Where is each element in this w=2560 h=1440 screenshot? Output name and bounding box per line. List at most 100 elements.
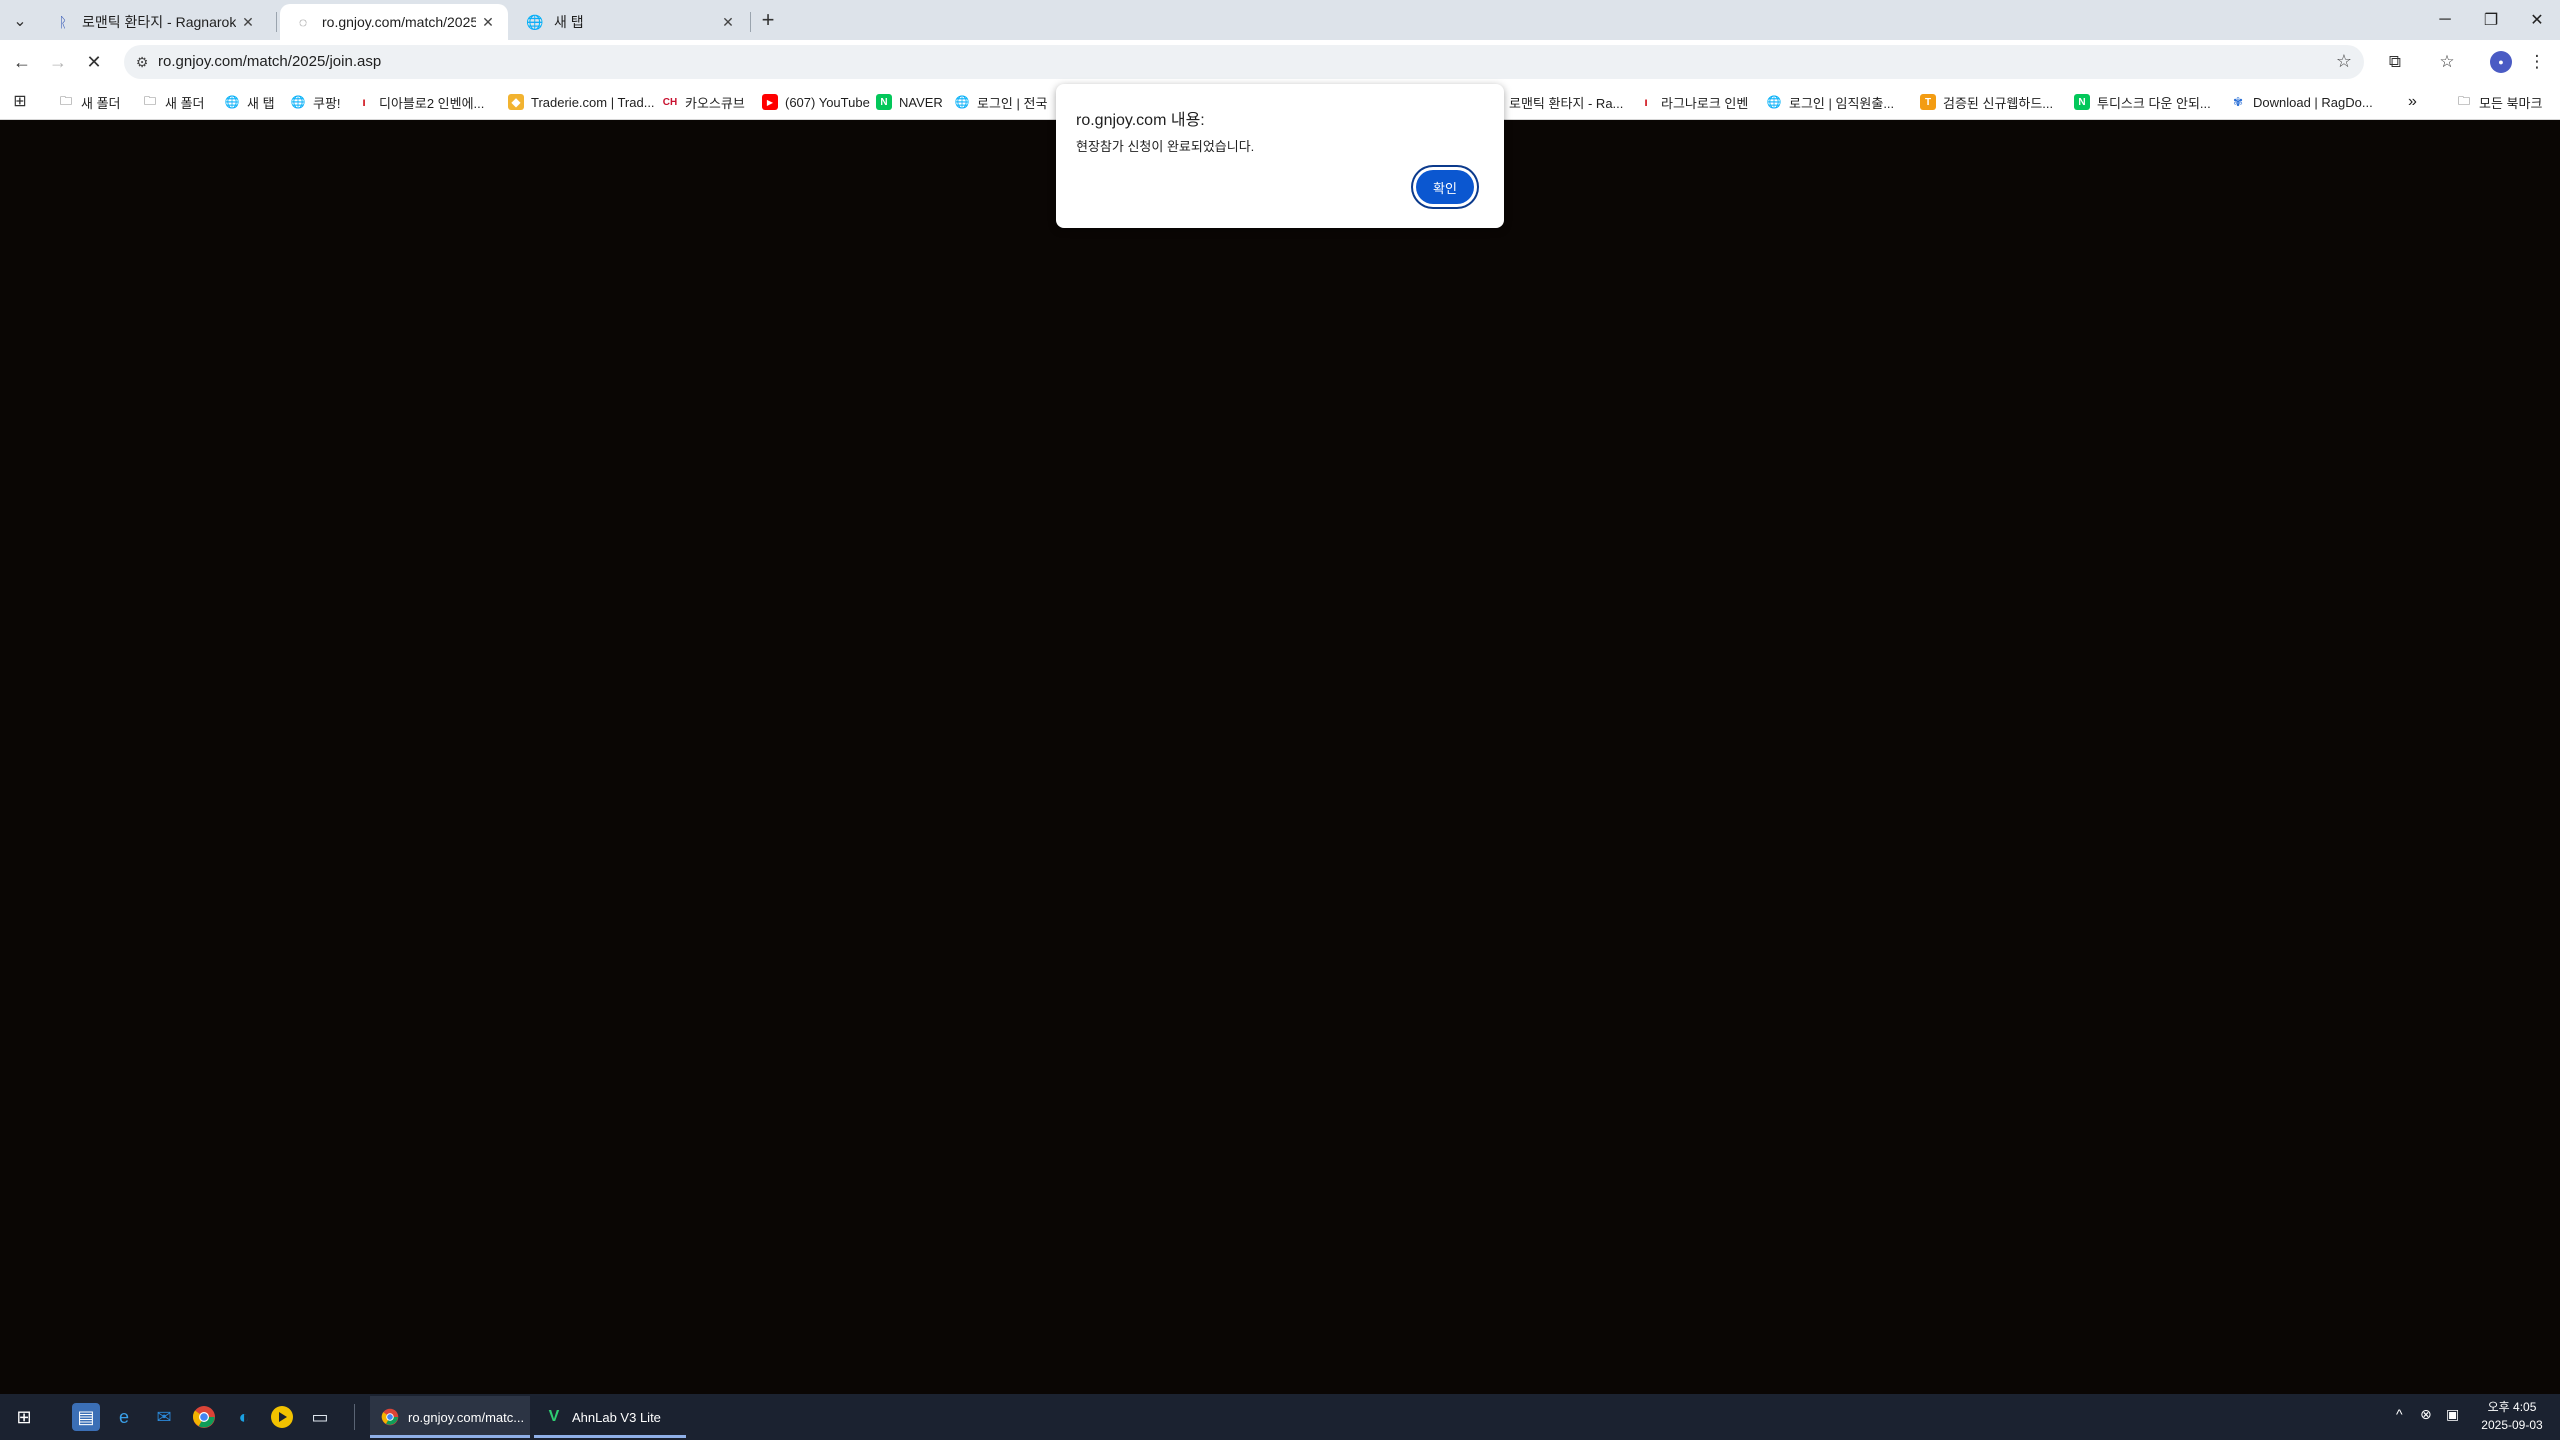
bookmark-label: 새 폴더 [81, 95, 121, 111]
bookmark-label: 검증된 신규웹하드... [1943, 95, 2054, 111]
forward-arrow-icon[interactable]: → [44, 48, 72, 76]
all-bookmarks-button[interactable]: 🗀 모든 북마크 [2456, 91, 2542, 113]
bookmarks-overflow-chevron-icon[interactable]: » [2408, 91, 2417, 113]
tab-join[interactable]: ◌ ro.gnjoy.com/match/2025/join ✕ [280, 4, 508, 40]
window-app-icon[interactable]: ▭ [306, 1403, 334, 1431]
tab-divider [750, 12, 751, 32]
paw-icon: ✾ [2232, 95, 2244, 109]
bookmark-item[interactable]: CH 카오스큐브 [662, 91, 745, 113]
globe-icon: 🌐 [1766, 95, 1782, 109]
bookmark-item[interactable]: ▶ (607) YouTube [762, 91, 870, 113]
bookmark-item[interactable]: ✾ Download | RagDo... [2230, 91, 2373, 113]
bookmark-item[interactable]: 🌐 로그인 | 전국 [954, 91, 1048, 113]
taskbar-clock[interactable]: 오후 4:05 2025-09-03 [2470, 1398, 2554, 1434]
bookmark-label: 새 탭 [247, 95, 275, 111]
site-info-icon[interactable]: ⚙ [132, 52, 152, 72]
all-bookmarks-label: 모든 북마크 [2479, 95, 2543, 111]
bookmarks-panel-icon[interactable]: ☆ [2434, 49, 2460, 75]
inven-icon: ı [362, 95, 366, 109]
chaoscube-icon: CH [662, 96, 678, 108]
traderie-icon: ◆ [508, 94, 524, 110]
tab-ragnarok[interactable]: ᚱ 로맨틱 환타지 - Ragnarok onli ✕ [40, 4, 268, 40]
loading-icon: ◌ [298, 14, 308, 30]
profile-avatar[interactable]: ● [2490, 51, 2512, 73]
bookmark-label: (607) YouTube [785, 94, 870, 110]
address-bar[interactable]: ⚙ ro.gnjoy.com/match/2025/join.asp ☆ [124, 45, 2364, 79]
bookmark-item[interactable]: ı 디아블로2 인벤에... [356, 91, 484, 113]
close-icon[interactable]: ✕ [476, 10, 500, 34]
tray-status-icon[interactable]: ⊗ [2420, 1406, 2432, 1423]
close-icon[interactable]: ✕ [236, 10, 260, 34]
close-icon[interactable]: ✕ [716, 10, 740, 34]
bookmark-item[interactable]: ᚱ 로맨틱 환타지 - Ra... [1486, 91, 1623, 113]
edge-icon[interactable]: ◐ [230, 1403, 258, 1431]
globe-icon: 🌐 [290, 95, 306, 109]
bookmark-label: 로그인 | 전국 [977, 95, 1048, 111]
folder-icon: 🗀 [59, 93, 72, 108]
bookmark-item[interactable]: ◆ Traderie.com | Trad... [508, 91, 655, 113]
alert-dialog: ro.gnjoy.com 내용: 현장참가 신청이 완료되었습니다. 확인 [1056, 84, 1504, 228]
bookmark-item[interactable]: 🌐 새 탭 [224, 91, 275, 113]
bookmark-label: 로그인 | 임직원출... [1789, 95, 1895, 111]
tab-title: 새 탭 [554, 14, 584, 30]
clock-date: 2025-09-03 [2481, 1418, 2543, 1432]
tab-new[interactable]: 🌐 새 탭 ✕ [512, 4, 748, 40]
browser-toolbar: ← → ✕ ⚙ ro.gnjoy.com/match/2025/join.asp… [0, 40, 2560, 84]
explorer-icon[interactable]: ▤ [72, 1403, 100, 1431]
taskbar-app-label: ro.gnjoy.com/matc... [408, 1409, 525, 1425]
restore-icon[interactable]: ❐ [2468, 0, 2514, 40]
back-arrow-icon[interactable]: ← [8, 48, 36, 76]
active-indicator [534, 1435, 686, 1438]
bookmark-item[interactable]: 🌐 로그인 | 임직원출... [1766, 91, 1895, 113]
tray-chevron-up-icon[interactable]: ^ [2396, 1406, 2403, 1422]
url-text[interactable]: ro.gnjoy.com/match/2025/join.asp [158, 53, 381, 70]
folder-icon: 🗀 [2457, 93, 2470, 108]
webhard-icon: T [1920, 94, 1936, 110]
bookmark-label: 라그나로크 인벤 [1661, 95, 1749, 111]
globe-icon: 🌐 [954, 95, 970, 109]
bookmark-item[interactable]: N 투디스크 다운 안되... [2074, 91, 2211, 113]
bookmark-label: NAVER [899, 94, 943, 110]
dialog-ok-button[interactable]: 확인 [1416, 170, 1474, 204]
tab-title: ro.gnjoy.com/match/2025/join [322, 14, 476, 30]
minimize-icon[interactable]: ─ [2422, 0, 2468, 40]
bookmark-label: 디아블로2 인벤에... [379, 95, 485, 111]
bookmark-star-icon[interactable]: ☆ [2336, 51, 2352, 72]
taskbar: ⊞ ▤ e ✉ ◐ ▭ ro.gnjoy.com/matc... V AhnLa… [0, 1394, 2560, 1440]
extensions-puzzle-icon[interactable]: ⧉ [2382, 49, 2408, 75]
windows-start-icon[interactable]: ⊞ [10, 1403, 38, 1431]
globe-icon: 🌐 [224, 95, 240, 109]
media-player-icon[interactable] [268, 1403, 296, 1431]
new-tab-plus-icon[interactable]: + [754, 6, 782, 34]
active-indicator [370, 1435, 530, 1438]
folder-icon: 🗀 [143, 93, 156, 108]
naver-icon: N [876, 94, 892, 110]
internet-explorer-icon[interactable]: e [110, 1403, 138, 1431]
bookmark-item[interactable]: 🗀 새 폴더 [58, 91, 121, 113]
apps-grid-icon[interactable]: ⊞ [10, 91, 30, 111]
menu-kebab-icon[interactable]: ⋮ [2524, 49, 2550, 75]
taskbar-app-ahnlab[interactable]: V AhnLab V3 Lite [534, 1396, 686, 1438]
taskbar-app-chrome[interactable]: ro.gnjoy.com/matc... [370, 1396, 530, 1438]
clock-time: 오후 4:05 [2487, 1400, 2537, 1414]
bookmark-item[interactable]: 🗀 새 폴더 [142, 91, 205, 113]
page-content [0, 120, 2560, 1394]
input-method-icon[interactable]: ▣ [2446, 1406, 2459, 1423]
tab-search-chevron-icon[interactable]: ⌄ [6, 8, 34, 34]
window-close-icon[interactable]: ✕ [2514, 0, 2560, 40]
bookmark-item[interactable]: ı 라그나로크 인벤 [1638, 91, 1748, 113]
bookmark-item[interactable]: 🌐 쿠팡! [290, 91, 341, 113]
bookmark-label: 카오스큐브 [685, 95, 745, 111]
tab-strip: ⌄ ᚱ 로맨틱 환타지 - Ragnarok onli ✕ ◌ ro.gnjoy… [0, 0, 2560, 40]
ragnarok-icon: ᚱ [58, 14, 68, 30]
dialog-title: ro.gnjoy.com 내용: [1076, 112, 1205, 129]
ahnlab-icon: V [548, 1408, 560, 1425]
mail-icon[interactable]: ✉ [150, 1403, 178, 1431]
bookmark-item[interactable]: T 검증된 신규웹하드... [1920, 91, 2053, 113]
chrome-icon [380, 1407, 400, 1427]
tab-divider [276, 12, 277, 32]
bookmark-item[interactable]: N NAVER [876, 91, 943, 113]
chrome-icon[interactable] [190, 1403, 218, 1431]
youtube-icon: ▶ [762, 94, 778, 110]
stop-loading-icon[interactable]: ✕ [80, 48, 108, 76]
